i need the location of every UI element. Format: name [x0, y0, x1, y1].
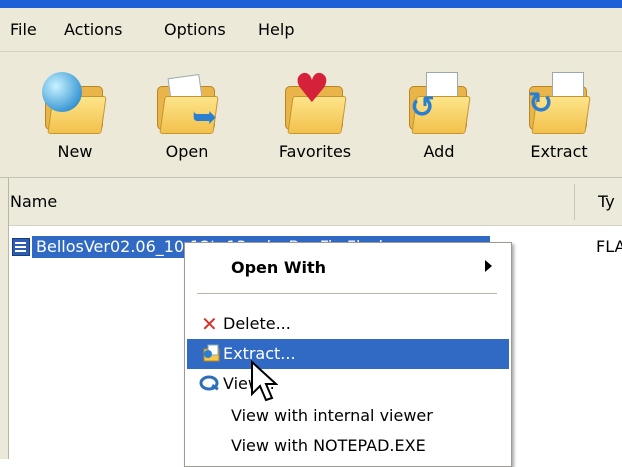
menu-item-view-internal[interactable]: View with internal viewer	[187, 401, 509, 431]
open-folder-icon: ➥	[152, 72, 222, 136]
menu-options[interactable]: Options	[164, 20, 226, 39]
file-icon	[12, 238, 30, 256]
extract-folder-icon: ↻	[524, 72, 594, 136]
favorites-button[interactable]: ♥ Favorites	[270, 52, 360, 178]
file-list-header: Name Ty	[0, 178, 622, 226]
new-label: New	[57, 142, 93, 161]
open-button[interactable]: ➥ Open	[142, 52, 232, 178]
mouse-cursor-icon	[251, 360, 278, 402]
favorites-heart-folder-icon: ♥	[280, 66, 350, 136]
menu-actions[interactable]: Actions	[64, 20, 122, 39]
add-folder-icon: ↺	[404, 72, 474, 136]
new-button[interactable]: New	[30, 52, 120, 178]
file-type-cell: FLA	[596, 237, 622, 256]
menu-item-delete[interactable]: ✕ Delete...	[187, 309, 509, 339]
toolbar: New ➥ Open ♥ Favorites ↺ Add ↻ Extract	[0, 52, 622, 178]
submenu-arrow-icon	[485, 260, 492, 272]
menu-separator	[197, 293, 497, 294]
view-icon	[199, 375, 219, 391]
menu-item-view[interactable]: View...	[187, 369, 509, 399]
column-divider[interactable]	[574, 184, 575, 220]
view-notepad-label: View with NOTEPAD.EXE	[231, 436, 426, 455]
extract-button[interactable]: ↻ Extract	[514, 52, 604, 178]
menu-item-view-notepad[interactable]: View with NOTEPAD.EXE	[187, 431, 509, 457]
favorites-label: Favorites	[278, 142, 352, 161]
menu-bar: File Actions Options Help	[0, 8, 622, 52]
column-type[interactable]: Ty	[598, 192, 615, 211]
delete-label: Delete...	[223, 314, 291, 333]
menu-file[interactable]: File	[10, 20, 37, 39]
new-folder-globe-icon	[40, 72, 110, 136]
open-with-label: Open With	[231, 258, 327, 277]
add-button[interactable]: ↺ Add	[394, 52, 484, 178]
extract-icon	[203, 344, 220, 362]
menu-help[interactable]: Help	[258, 20, 294, 39]
context-menu: Open With ✕ Delete... Extract... View...…	[184, 242, 512, 467]
view-internal-label: View with internal viewer	[231, 406, 433, 425]
open-label: Open	[165, 142, 209, 161]
menu-item-extract[interactable]: Extract...	[187, 339, 509, 369]
extract-label: Extract	[530, 142, 588, 161]
add-label: Add	[423, 142, 455, 161]
window-title-strip	[0, 0, 622, 8]
delete-x-icon: ✕	[201, 312, 218, 336]
menu-item-open-with[interactable]: Open With	[187, 253, 509, 283]
column-name[interactable]: Name	[10, 192, 57, 211]
